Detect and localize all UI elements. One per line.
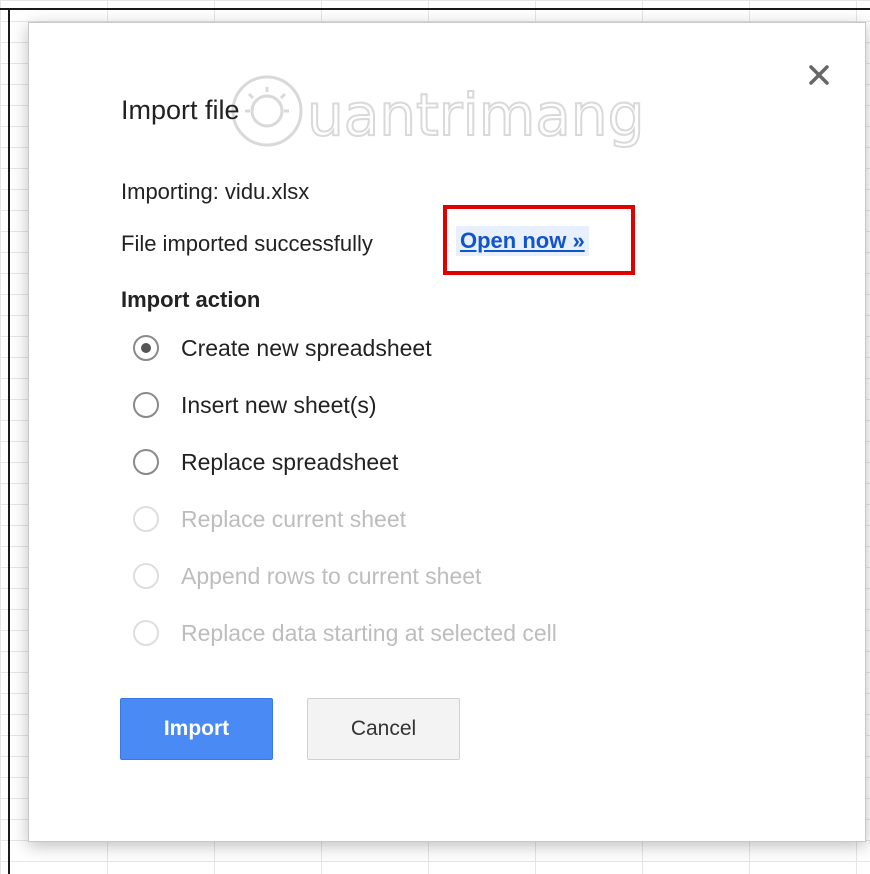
radio-button[interactable] xyxy=(133,449,159,475)
radio-button-disabled xyxy=(133,563,159,589)
option-label: Replace data starting at selected cell xyxy=(181,619,557,646)
import-button[interactable]: Import xyxy=(120,698,273,760)
cancel-button[interactable]: Cancel xyxy=(307,698,460,760)
radio-replace-current-sheet: Replace current sheet xyxy=(133,502,406,536)
radio-replace-data-at-cell: Replace data starting at selected cell xyxy=(133,616,557,650)
watermark-logo: uantrimang xyxy=(231,75,645,150)
dialog-title: Import file xyxy=(121,95,240,125)
radio-button-disabled xyxy=(133,620,159,646)
open-now-link[interactable]: Open now » xyxy=(456,226,589,256)
option-label: Create new spreadsheet xyxy=(181,334,432,361)
radio-button-disabled xyxy=(133,506,159,532)
watermark-text: uantrimang xyxy=(307,81,644,149)
radio-create-new-spreadsheet[interactable]: Create new spreadsheet xyxy=(133,331,432,365)
importing-status: Importing: vidu.xlsx xyxy=(121,179,310,204)
sun-logo-icon xyxy=(231,75,303,147)
radio-append-rows: Append rows to current sheet xyxy=(133,559,481,593)
option-label: Replace current sheet xyxy=(181,505,407,532)
spreadsheet-frame-left xyxy=(8,8,10,874)
option-label: Append rows to current sheet xyxy=(181,562,482,589)
close-icon[interactable] xyxy=(799,55,839,95)
success-message: File imported successfully xyxy=(121,231,373,256)
import-action-heading: Import action xyxy=(121,287,261,312)
import-file-dialog: uantrimang Import file Importing: vidu.x… xyxy=(28,22,866,842)
spreadsheet-frame-top xyxy=(0,8,870,10)
option-label: Replace spreadsheet xyxy=(181,448,399,475)
radio-replace-spreadsheet[interactable]: Replace spreadsheet xyxy=(133,445,398,479)
radio-button-checked[interactable] xyxy=(133,335,159,361)
radio-insert-new-sheets[interactable]: Insert new sheet(s) xyxy=(133,388,377,422)
option-label: Insert new sheet(s) xyxy=(181,391,377,418)
radio-button[interactable] xyxy=(133,392,159,418)
